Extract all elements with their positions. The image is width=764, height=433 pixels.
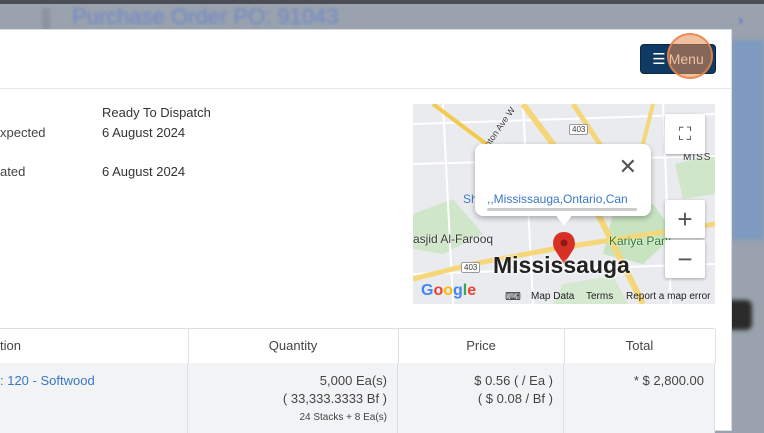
- map-info-popup: ✕ ,,Mississauga,Ontario,Can: [475, 144, 651, 216]
- map-road-shield: 403: [461, 262, 481, 273]
- row-quantity: 5,000 Ea(s) ( 33,333.3333 Bf ) 24 Stacks…: [188, 363, 398, 433]
- popup-scrollbar[interactable]: [487, 208, 637, 211]
- status-value: Ready To Dispatch: [102, 105, 211, 120]
- quantity-each: 5,000 Ea(s): [319, 373, 387, 388]
- terms-link[interactable]: Terms: [586, 291, 613, 302]
- chevron-icon: ›: [738, 12, 744, 29]
- zoom-in-button[interactable]: +: [665, 200, 705, 238]
- fullscreen-icon: ⛶: [678, 123, 692, 144]
- map-label-mosque: asjid Al-Farooq: [413, 232, 494, 246]
- back-icon: [42, 8, 50, 30]
- popup-tail: [555, 214, 573, 226]
- expected-date: 6 August 2024: [102, 125, 186, 140]
- column-header-total: Total: [564, 329, 716, 363]
- quantity-bf: ( 33,333.3333 Bf ): [282, 391, 387, 406]
- map-widget[interactable]: asjid Al-Farooq Kariya Park MISS Sh 403 …: [413, 104, 715, 304]
- hamburger-icon: ☰: [652, 51, 666, 68]
- price-each: $ 0.56 ( / Ea ): [474, 373, 553, 388]
- row-total: * $ 2,800.00: [564, 363, 715, 433]
- quantity-stacks: 24 Stacks + 8 Ea(s): [299, 412, 387, 423]
- created-label: ated: [0, 164, 26, 179]
- product-link[interactable]: : 120 - Softwood: [0, 373, 95, 388]
- table-header: tion Quantity Price Total: [0, 328, 716, 364]
- expected-label: xpected: [0, 125, 46, 140]
- map-road-shield: 403: [569, 124, 589, 135]
- map-footer: ⌨ Map Data Terms Report a map error: [413, 288, 715, 304]
- popup-address-link[interactable]: ,,Mississauga,Ontario,Can: [487, 192, 637, 206]
- table-row: : 120 - Softwood 5,000 Ea(s) ( 33,333.33…: [0, 363, 715, 433]
- map-data-link[interactable]: Map Data: [531, 291, 574, 302]
- zoom-out-button[interactable]: −: [665, 240, 705, 278]
- created-date: 6 August 2024: [102, 164, 186, 179]
- report-error-link[interactable]: Report a map error: [626, 291, 710, 302]
- price-bf: ( $ 0.08 / Bf ): [477, 391, 553, 406]
- background-page-title: Purchase Order PO: 91043: [72, 4, 339, 29]
- modal-header: ☰ Menu: [0, 30, 731, 89]
- keyboard-icon[interactable]: ⌨: [505, 290, 521, 303]
- map-city-label: Mississauga: [493, 252, 630, 278]
- minus-icon: −: [677, 243, 693, 274]
- plus-icon: +: [677, 203, 693, 234]
- menu-button-label: Menu: [668, 51, 704, 67]
- menu-button[interactable]: ☰ Menu: [640, 44, 716, 74]
- column-header-description: tion: [0, 329, 189, 363]
- background-panel: [732, 40, 764, 240]
- close-icon[interactable]: ✕: [619, 154, 637, 180]
- row-price: $ 0.56 ( / Ea ) ( $ 0.08 / Bf ): [398, 363, 564, 433]
- fullscreen-button[interactable]: ⛶: [665, 114, 705, 154]
- column-header-quantity: Quantity: [188, 329, 399, 363]
- map-label-park: Kariya Park: [609, 234, 672, 248]
- row-description: : 120 - Softwood: [0, 363, 188, 433]
- column-header-price: Price: [398, 329, 565, 363]
